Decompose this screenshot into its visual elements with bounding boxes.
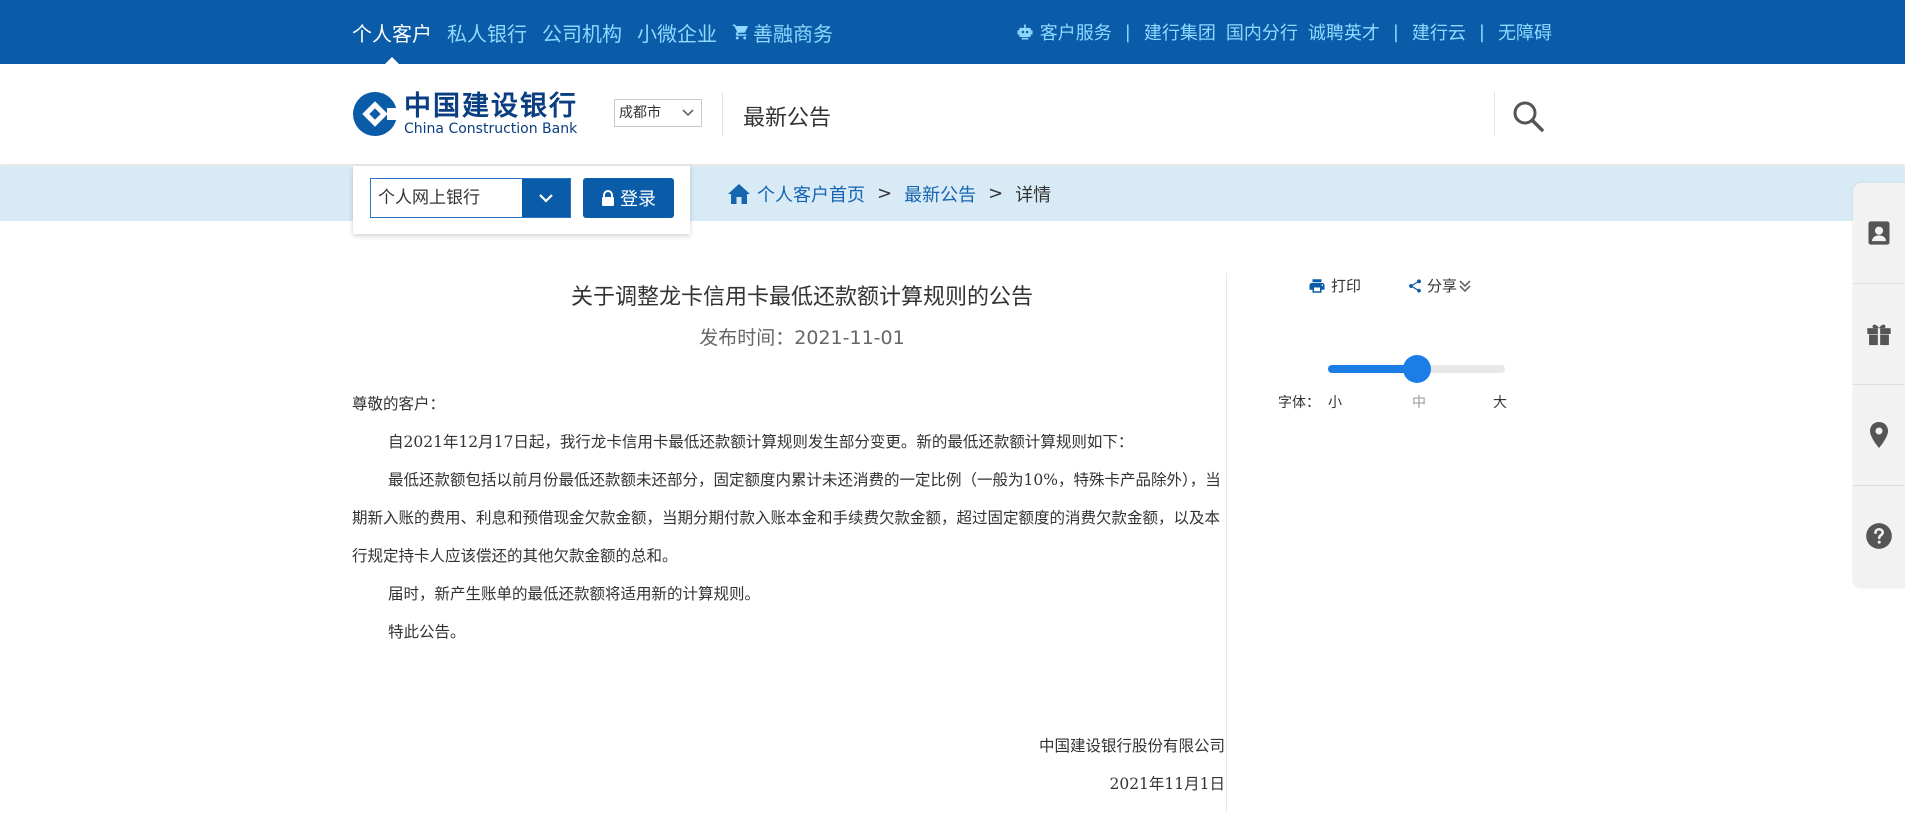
login-button[interactable]: 登录: [583, 178, 674, 218]
dock-account[interactable]: [1853, 183, 1905, 283]
breadcrumb-notice[interactable]: 最新公告: [904, 181, 976, 207]
font-size-small[interactable]: 小: [1328, 392, 1342, 412]
dock-help[interactable]: [1853, 486, 1905, 586]
nav-separator: |: [1478, 21, 1485, 43]
nav-shanrong-label: 善融商务: [753, 21, 833, 46]
breadcrumb-separator: >: [988, 183, 1004, 204]
breadcrumb-separator: >: [877, 183, 893, 204]
dock-gift[interactable]: [1853, 284, 1905, 384]
top-nav-left: 个人客户 私人银行 公司机构 小微企业 善融商务: [352, 0, 848, 65]
article-paragraph: 最低还款额包括以前月份最低还款额未还部分，固定额度内累计未还消费的一定比例（一般…: [352, 471, 1221, 565]
print-button[interactable]: 打印: [1308, 275, 1361, 296]
font-size-label: 字体：: [1278, 395, 1320, 411]
article-greeting: 尊敬的客户：: [352, 395, 446, 413]
nav-jobs[interactable]: 诚聘英才: [1308, 19, 1380, 45]
print-label: 打印: [1331, 277, 1362, 295]
double-chevron-down-icon: [1459, 279, 1471, 292]
publish-date: 发布时间：2021-11-01: [352, 323, 1252, 350]
article-paragraph: 届时，新产生账单的最低还款额将适用新的计算规则。: [388, 585, 761, 603]
login-button-label: 登录: [620, 189, 656, 210]
share-label: 分享: [1427, 277, 1458, 295]
font-size-slider-handle[interactable]: [1402, 355, 1431, 383]
article-paragraph: 自2021年12月17日起，我行龙卡信用卡最低还款额计算规则发生部分变更。新的最…: [388, 433, 1134, 451]
side-dock: [1853, 183, 1905, 588]
publish-date-label: 发布时间：: [699, 327, 795, 349]
breadcrumb-current: 详情: [1015, 184, 1052, 206]
city-value: 成都市: [619, 105, 661, 121]
header-divider: [1494, 92, 1495, 136]
location-pin-icon: [1870, 422, 1888, 448]
nav-customer-service[interactable]: 客户服务: [1040, 19, 1112, 45]
chevron-down-icon: [682, 109, 694, 117]
nav-separator: |: [1124, 21, 1131, 43]
font-size-large[interactable]: 大: [1493, 392, 1507, 412]
header-divider: [722, 92, 723, 136]
robot-icon: [1017, 24, 1033, 40]
top-nav-right: 客户服务 | 建行集团 国内分行 诚聘英才 | 建行云 | 无障碍: [1015, 0, 1552, 64]
top-nav-bar: 个人客户 私人银行 公司机构 小微企业 善融商务 客户服务 | 建行集团 国内分…: [0, 0, 1905, 65]
breadcrumb: 个人客户首页 > 最新公告 > 详情: [727, 166, 1051, 221]
page-section-title: 最新公告: [743, 106, 832, 131]
home-icon[interactable]: [727, 183, 751, 205]
column-divider: [1226, 273, 1227, 813]
font-size-slider[interactable]: [1328, 355, 1505, 383]
font-size-medium[interactable]: 中: [1412, 392, 1426, 412]
logo-text: 中国建设银行 China Construction Bank: [404, 91, 578, 137]
nav-accessible[interactable]: 无障碍: [1498, 19, 1552, 45]
search-icon: [1513, 101, 1544, 132]
dock-location[interactable]: [1853, 385, 1905, 485]
breadcrumb-home[interactable]: 个人客户首页: [757, 181, 865, 207]
nav-separator: |: [1392, 21, 1399, 43]
print-icon: [1309, 278, 1325, 293]
gift-icon: [1867, 324, 1891, 346]
nav-private-banking[interactable]: 私人银行: [447, 18, 527, 47]
lock-icon: [602, 190, 614, 206]
bank-logo[interactable]: 中国建设银行 China Construction Bank: [352, 91, 578, 137]
share-button[interactable]: 分享: [1407, 275, 1477, 296]
help-icon: [1866, 523, 1892, 549]
share-icon: [1409, 278, 1421, 293]
site-header: 中国建设银行 China Construction Bank 成都市 最新公告: [0, 64, 1905, 164]
nav-branch[interactable]: 国内分行: [1226, 19, 1298, 45]
signature-date: 2021年11月1日: [1109, 775, 1225, 793]
login-type-dropdown[interactable]: [522, 179, 570, 217]
nav-small-business[interactable]: 小微企业: [637, 18, 717, 47]
article-title: 关于调整龙卡信用卡最低还款额计算规则的公告: [570, 285, 1033, 310]
login-type-select[interactable]: 个人网上银行: [370, 178, 571, 218]
nav-personal[interactable]: 个人客户: [352, 18, 432, 65]
logo-english-name: China Construction Bank: [404, 121, 578, 137]
nav-corporate[interactable]: 公司机构: [542, 18, 622, 47]
nav-cloud[interactable]: 建行云: [1412, 19, 1466, 45]
logo-chinese-name: 中国建设银行: [404, 91, 578, 122]
search-button[interactable]: [1510, 98, 1546, 134]
login-panel: 个人网上银行 登录: [353, 166, 690, 234]
signature-org: 中国建设银行股份有限公司: [1038, 737, 1225, 755]
city-select[interactable]: 成都市: [614, 99, 702, 127]
article-signature: 中国建设银行股份有限公司 2021年11月1日: [1039, 727, 1225, 803]
login-type-value: 个人网上银行: [378, 188, 480, 208]
nav-group[interactable]: 建行集团: [1144, 19, 1216, 45]
user-card-icon: [1868, 221, 1890, 245]
article-body: 尊敬的客户： 自2021年12月17日起，我行龙卡信用卡最低还款额计算规则发生部…: [352, 385, 1227, 651]
article-paragraph: 特此公告。: [388, 623, 466, 641]
cart-icon: [732, 24, 748, 40]
chevron-down-icon: [539, 194, 553, 203]
ccb-logo-mark-icon: [353, 92, 398, 136]
publish-date-value: 2021-11-01: [794, 327, 905, 349]
nav-shanrong[interactable]: 善融商务: [732, 18, 833, 47]
